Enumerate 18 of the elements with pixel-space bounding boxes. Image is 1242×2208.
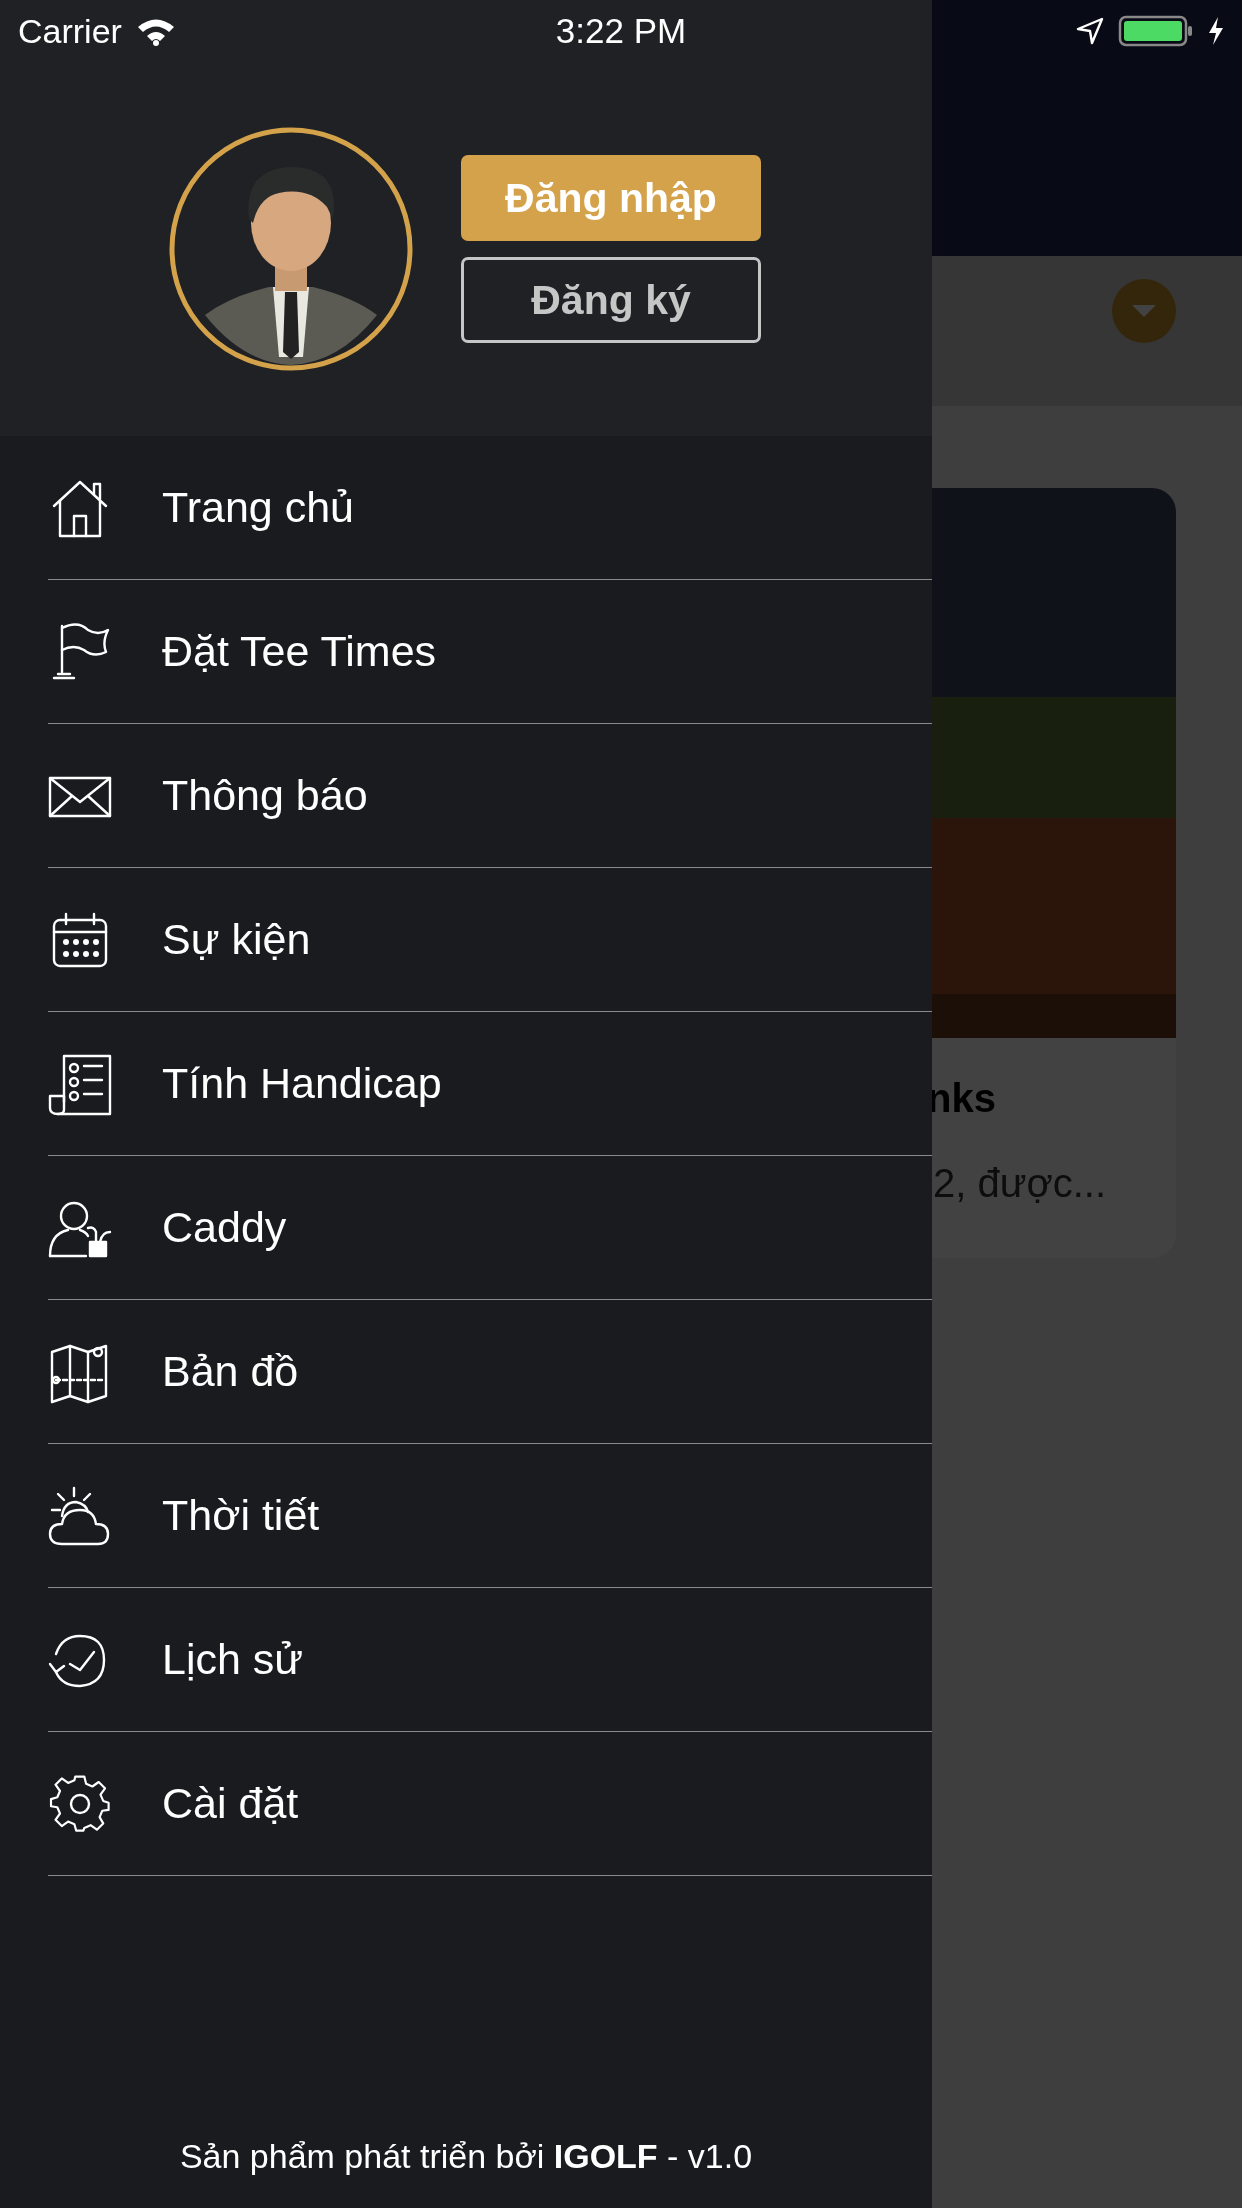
menu-item[interactable]: Trang chủ [48,436,932,580]
menu-item[interactable]: Cài đặt [48,1732,932,1876]
menu-item[interactable]: Tính Handicap [48,1012,932,1156]
menu-item[interactable]: Lịch sử [48,1588,932,1732]
avatar-icon [169,127,413,371]
carrier-label: Carrier [18,11,122,51]
charging-icon [1208,16,1224,46]
menu-item[interactable]: Bản đồ [48,1300,932,1444]
menu-item[interactable]: Đặt Tee Times [48,580,932,724]
clock-time: 3:22 PM [555,11,687,51]
footer-text: Sản phẩm phát triển bởi IGOLF - v1.0 [178,2137,754,2176]
location-arrow-icon [1076,17,1104,45]
register-button[interactable]: Đăng ký [461,257,761,343]
menu-item[interactable]: Caddy [48,1156,932,1300]
menu-item[interactable]: Thông báo [48,724,932,868]
battery-icon [1118,15,1194,47]
menu-item[interactable]: Sự kiện [48,868,932,1012]
menu-item[interactable]: Thời tiết [48,1444,932,1588]
